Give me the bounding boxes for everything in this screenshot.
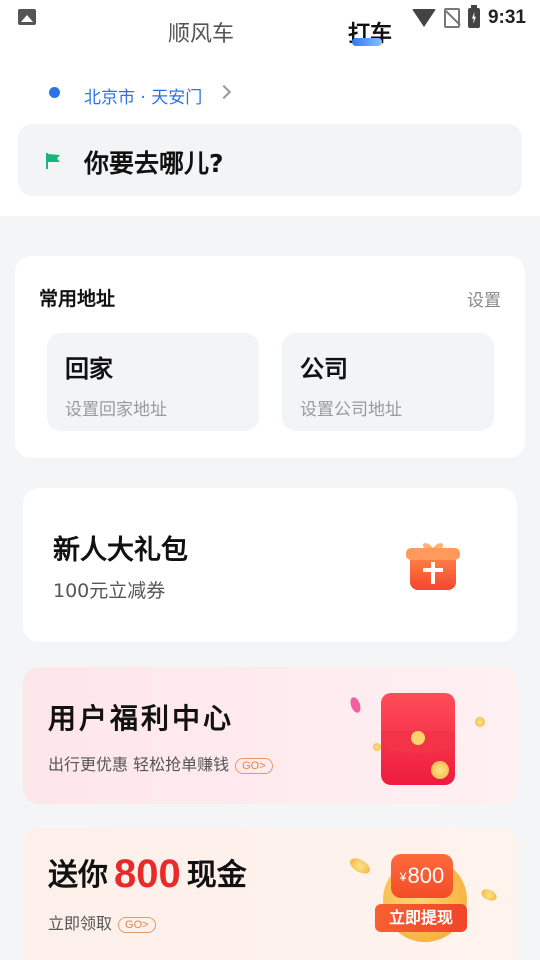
company-address-button[interactable]: 公司 设置公司地址 <box>282 333 494 431</box>
new-user-gift-card[interactable]: 新人大礼包 100元立减券 <box>23 488 517 642</box>
status-bar: 9:31 <box>0 0 540 36</box>
petal-icon <box>348 695 363 715</box>
coin-icon <box>373 743 381 751</box>
image-icon <box>18 9 36 25</box>
coin-icon <box>475 717 485 727</box>
current-location[interactable]: 北京市 · 天安门 <box>84 83 202 108</box>
location-dot-icon <box>49 87 60 98</box>
gift-icon <box>406 543 460 590</box>
status-time: 9:31 <box>487 7 526 28</box>
common-addresses-card: 常用地址 设置 回家 设置回家地址 公司 设置公司地址 <box>15 256 525 458</box>
addresses-setting-link[interactable]: 设置 <box>467 286 501 311</box>
common-addresses-title: 常用地址 <box>39 288 116 310</box>
destination-search-box[interactable]: 你要去哪儿? <box>18 124 522 196</box>
new-user-gift-subtitle: 100元立减券 <box>53 580 166 602</box>
coin-icon <box>479 887 499 903</box>
cash-promo-title-prefix: 送你 <box>48 858 108 893</box>
destination-placeholder: 你要去哪儿? <box>84 149 224 178</box>
chevron-right-icon[interactable] <box>216 84 232 100</box>
company-subtitle: 设置公司地址 <box>300 400 402 420</box>
coin-icon <box>431 761 449 779</box>
welfare-center-subtitle-text: 出行更优惠 轻松抢单赚钱 <box>48 755 230 774</box>
header-area: 9:31 顺风车 打车 北京市 · 天安门 你要去哪儿? <box>0 0 540 216</box>
tab-shunfengche[interactable]: 顺风车 <box>168 16 234 48</box>
withdraw-button[interactable]: 立即提现 <box>375 904 467 932</box>
coin-icon <box>347 855 373 877</box>
cash-promo-subtitle-text: 立即领取 <box>48 914 113 933</box>
no-sim-icon <box>443 8 460 28</box>
new-user-gift-title: 新人大礼包 <box>53 535 188 566</box>
welfare-center-card[interactable]: 用户福利中心 出行更优惠 轻松抢单赚钱 GO> <box>23 667 517 804</box>
cash-promo-card[interactable]: 送你 800 现金 立即领取 GO> ¥800 立即提现 <box>23 828 517 960</box>
cash-promo-amount: 800 <box>114 852 181 896</box>
cash-promo-title: 送你 800 现金 <box>48 850 247 897</box>
flag-icon <box>46 153 60 169</box>
wifi-icon <box>411 9 436 27</box>
company-title: 公司 <box>300 355 348 383</box>
battery-charging-icon <box>467 5 480 28</box>
active-tab-indicator <box>352 38 382 46</box>
home-subtitle: 设置回家地址 <box>65 400 167 420</box>
home-title: 回家 <box>65 355 113 383</box>
cash-amount-badge: ¥800 <box>391 854 453 898</box>
status-icons: 9:31 <box>411 5 526 31</box>
welfare-center-title: 用户福利中心 <box>48 702 235 735</box>
welfare-go-badge[interactable]: GO> <box>235 757 273 774</box>
welfare-center-subtitle: 出行更优惠 轻松抢单赚钱 GO> <box>48 751 273 775</box>
home-address-button[interactable]: 回家 设置回家地址 <box>47 333 259 431</box>
currency-symbol: ¥ <box>399 870 407 884</box>
cash-promo-subtitle: 立即领取 GO> <box>48 910 156 934</box>
cash-go-badge[interactable]: GO> <box>118 916 156 933</box>
cash-amount-badge-value: 800 <box>407 863 445 888</box>
cash-promo-title-suffix: 现金 <box>186 858 247 893</box>
